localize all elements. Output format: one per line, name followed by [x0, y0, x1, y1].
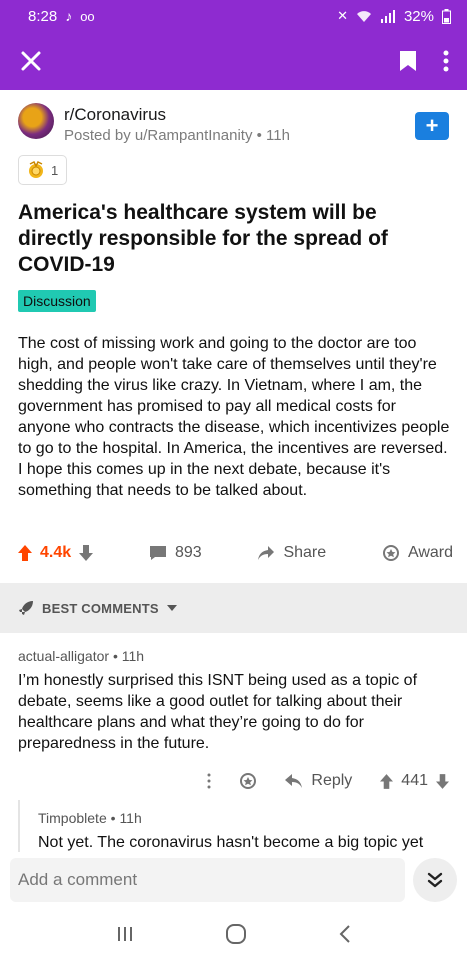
- comment-author[interactable]: Timpoblete: [38, 810, 107, 826]
- award-count: 1: [51, 162, 59, 178]
- upvote-icon[interactable]: [18, 545, 32, 561]
- comment-more-button[interactable]: [207, 773, 211, 789]
- comment-vote-group: 441: [380, 772, 449, 790]
- award-chip[interactable]: 1: [18, 155, 68, 185]
- award-button[interactable]: Award: [382, 544, 453, 562]
- recents-button[interactable]: [116, 925, 134, 943]
- more-vertical-icon: [207, 773, 211, 789]
- recents-icon: [117, 927, 132, 941]
- join-subreddit-button[interactable]: +: [415, 112, 449, 140]
- post-actions: 4.4k 893 Share Award: [18, 536, 453, 570]
- reply-label: Reply: [311, 772, 353, 789]
- battery-icon: [442, 8, 451, 24]
- mute-icon: ✕: [337, 8, 348, 23]
- byline-separator: •: [256, 127, 267, 144]
- downvote-icon[interactable]: [436, 773, 449, 789]
- posted-by[interactable]: Posted by u/RampantInanity: [64, 127, 252, 144]
- reply-comment: Timpoblete • 11h Not yet. The coronaviru…: [18, 800, 467, 852]
- system-nav-bar: [0, 908, 467, 960]
- rocket-icon: [19, 601, 33, 615]
- double-chevron-down-icon: [427, 872, 443, 888]
- back-icon: [339, 925, 350, 943]
- share-label: Share: [283, 544, 327, 561]
- comment-age: 11h: [119, 810, 142, 826]
- comment-body: Not yet. The coronavirus hasn't become a…: [38, 834, 424, 851]
- more-options-button[interactable]: [443, 50, 449, 72]
- back-button[interactable]: [338, 924, 352, 944]
- subreddit-name[interactable]: r/Coronavirus: [64, 105, 415, 125]
- signal-icon: [380, 9, 395, 23]
- comment-age: 11h: [121, 648, 145, 664]
- reply-arrow-icon: [285, 774, 303, 788]
- post-byline: Posted by u/RampantInanity • 11h: [64, 125, 415, 147]
- comments-button[interactable]: 893: [149, 544, 202, 562]
- status-time: 8:28: [28, 7, 58, 25]
- subreddit-avatar[interactable]: [18, 103, 54, 139]
- app-toolbar: [0, 32, 467, 90]
- comment-award-button[interactable]: [239, 772, 257, 790]
- share-button[interactable]: Share: [257, 544, 326, 562]
- comment-author[interactable]: actual-alligator: [18, 648, 109, 664]
- comment-sort-bar[interactable]: BEST COMMENTS: [0, 583, 467, 633]
- post-body: The cost of missing work and going to th…: [18, 335, 450, 499]
- tiktok-icon: ♪: [65, 8, 73, 24]
- bookmark-icon: [400, 51, 416, 71]
- voicemail-icon: oo: [80, 8, 95, 24]
- comment-body: I’m honestly surprised this ISNT being u…: [18, 672, 418, 752]
- home-icon: [225, 924, 246, 944]
- comment: actual-alligator • 11h I’m honestly surp…: [18, 646, 449, 754]
- caret-down-icon: [166, 605, 177, 611]
- upvote-icon[interactable]: [380, 773, 394, 789]
- downvote-icon[interactable]: [79, 545, 94, 561]
- post-title: America's healthcare system will be dire…: [18, 201, 388, 276]
- status-bar: 8:28 ♪ oo ✕ 32%: [0, 0, 467, 32]
- award-label: Award: [407, 544, 453, 561]
- award-icon: [382, 545, 399, 561]
- comment-actions: Reply 441: [207, 766, 449, 796]
- comment-meta-separator: •: [112, 648, 122, 664]
- comment-meta: Timpoblete • 11h: [38, 808, 467, 828]
- comment-meta: actual-alligator • 11h: [18, 646, 449, 666]
- comment-reply-button[interactable]: Reply: [285, 772, 352, 790]
- share-arrow-icon: [258, 546, 275, 560]
- more-vertical-icon: [443, 50, 449, 72]
- save-button[interactable]: [399, 50, 417, 72]
- award-medal-icon: [29, 161, 43, 178]
- collapse-comments-button[interactable]: [413, 858, 457, 902]
- post-vote-count: 4.4k: [40, 544, 72, 561]
- battery-percent: 32%: [403, 7, 434, 25]
- wifi-icon: [356, 10, 371, 22]
- award-icon: [240, 773, 257, 789]
- post-meta: r/Coronavirus Posted by u/RampantInanity…: [64, 100, 415, 147]
- plus-icon: +: [425, 113, 439, 138]
- post-header: r/Coronavirus Posted by u/RampantInanity…: [18, 100, 449, 150]
- comment-bubble-icon: [149, 546, 166, 560]
- comment-vote-count: 441: [401, 772, 428, 789]
- post-age: 11h: [266, 127, 290, 144]
- comment-count: 893: [174, 544, 202, 561]
- close-icon: [21, 51, 41, 71]
- post-flair[interactable]: Discussion: [18, 290, 96, 312]
- comment-composer: Add a comment: [0, 852, 467, 908]
- vote-group: 4.4k: [18, 544, 94, 562]
- add-comment-input[interactable]: Add a comment: [10, 858, 405, 902]
- sort-label: BEST COMMENTS: [42, 600, 159, 616]
- close-button[interactable]: [20, 50, 42, 72]
- home-button[interactable]: [225, 923, 247, 945]
